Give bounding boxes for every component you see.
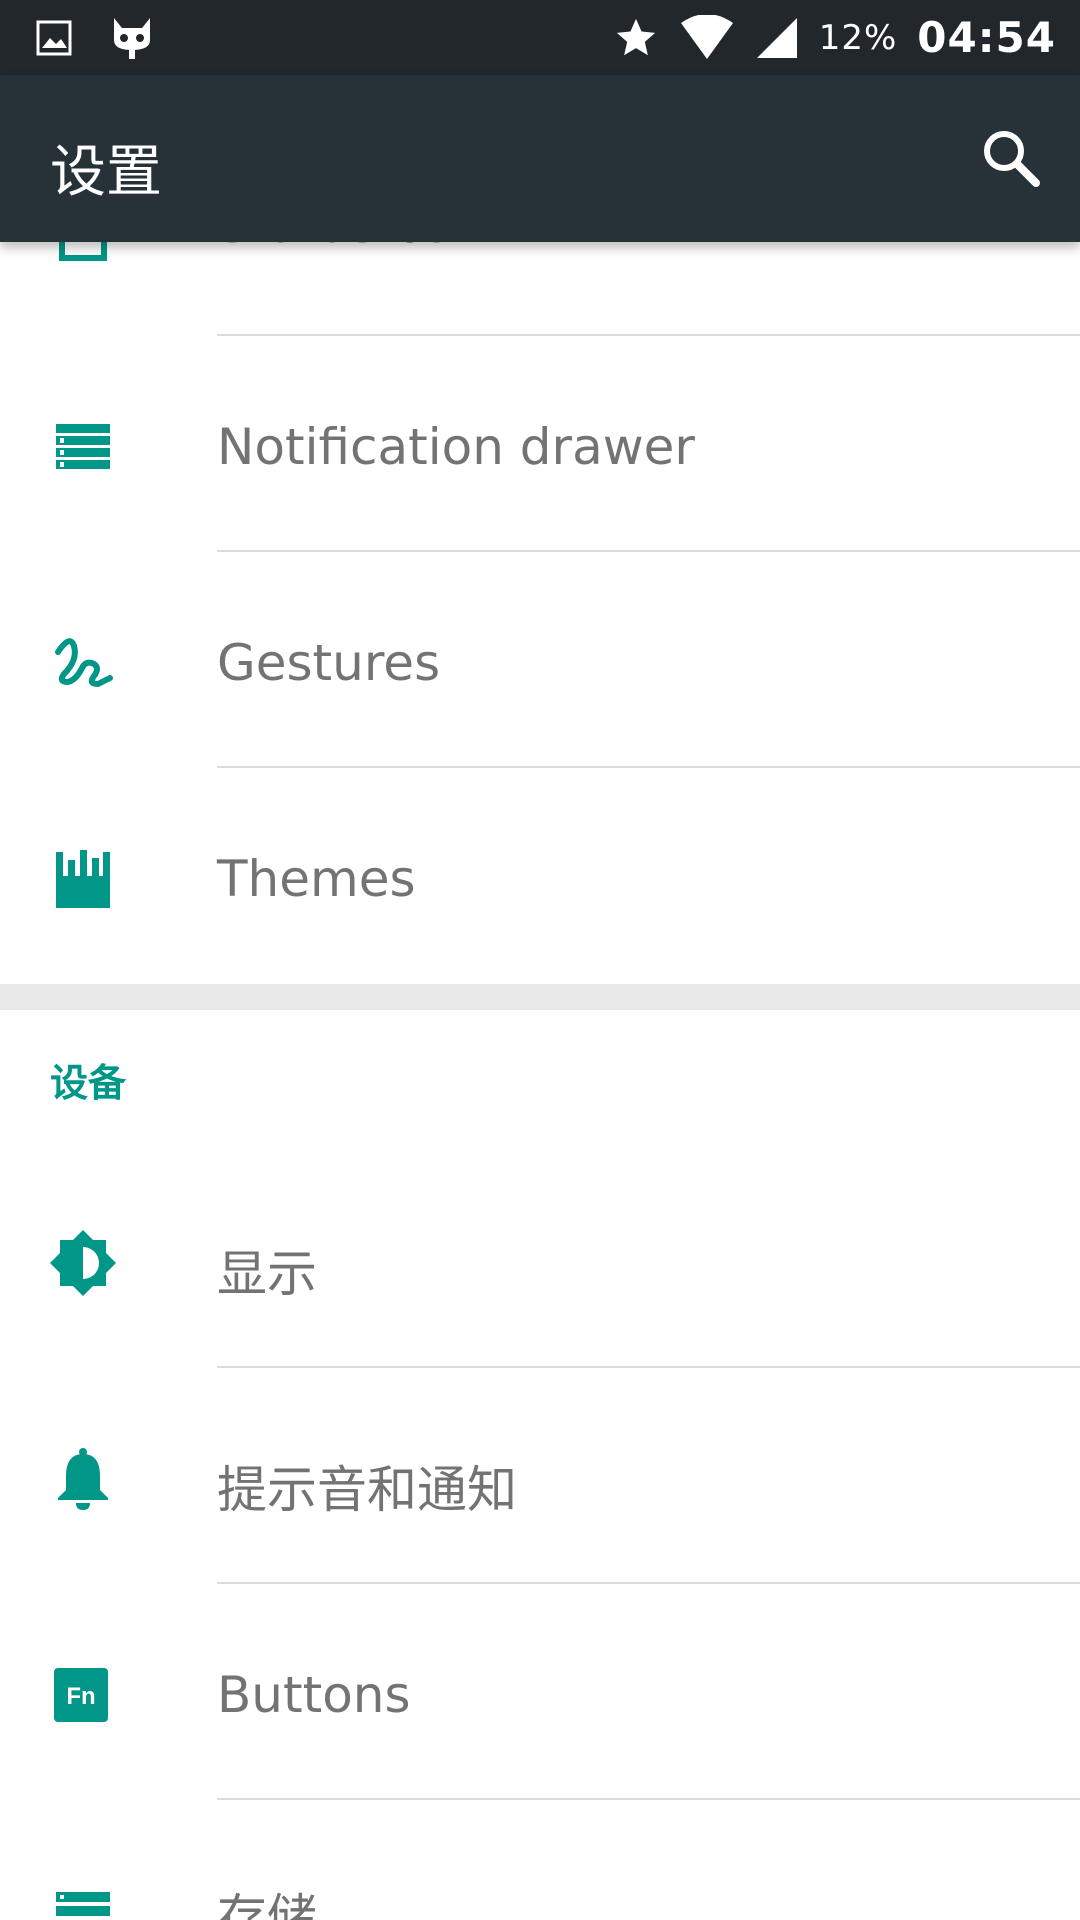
storage-icon [56,1892,110,1916]
bell-icon [58,1448,108,1510]
list-item-gestures[interactable]: Gestures [0,552,1080,768]
list-item-label: 提示音和通知 [217,1461,517,1519]
page-title: 设置 [50,140,162,205]
list-item-themes[interactable]: Themes [0,768,1080,984]
status-bar: 12% 04:54 [0,0,1080,75]
gestures-icon [55,638,113,687]
clock: 04:54 [917,13,1056,62]
app-toolbar: 设置 [0,75,1080,242]
list-item-label: 显示 [217,1245,317,1303]
star-icon [616,18,655,55]
settings-section-top: Status bar Notification drawer Gestures [0,242,1080,984]
battery-percent: 12% [818,17,898,58]
list-item-buttons[interactable]: Fn Buttons [0,1584,1080,1800]
fn-buttons-icon: Fn [54,1668,108,1722]
signal-icon [756,17,797,58]
cyanogen-icon [114,18,150,59]
search-button[interactable] [978,125,1044,191]
list-item-display[interactable]: 显示 [0,1152,1080,1368]
list-item-label: Status bar [217,242,475,254]
list-item-storage[interactable]: 存储 [0,1800,1080,1920]
status-bar-icon [59,242,107,261]
section-header-device: 设备 [50,1061,127,1105]
list-item-label: Notification drawer [217,418,695,476]
wifi-icon [680,14,733,59]
image-icon [36,20,72,56]
list-item-label: 存储 [217,1889,317,1920]
svg-text:Fn: Fn [66,1683,95,1710]
search-icon [984,131,1040,187]
themes-icon [56,850,110,908]
display-brightness-icon [50,1230,116,1296]
list-item-sound-notification[interactable]: 提示音和通知 [0,1368,1080,1584]
list-item-label: Gestures [217,634,441,692]
list-item-label: Themes [217,850,416,908]
notification-drawer-icon [56,424,110,469]
list-item-notification-drawer[interactable]: Notification drawer [0,336,1080,552]
list-item-status-bar[interactable]: Status bar [0,242,1080,334]
section-gap [0,984,1080,1010]
list-item-label: Buttons [217,1666,411,1724]
